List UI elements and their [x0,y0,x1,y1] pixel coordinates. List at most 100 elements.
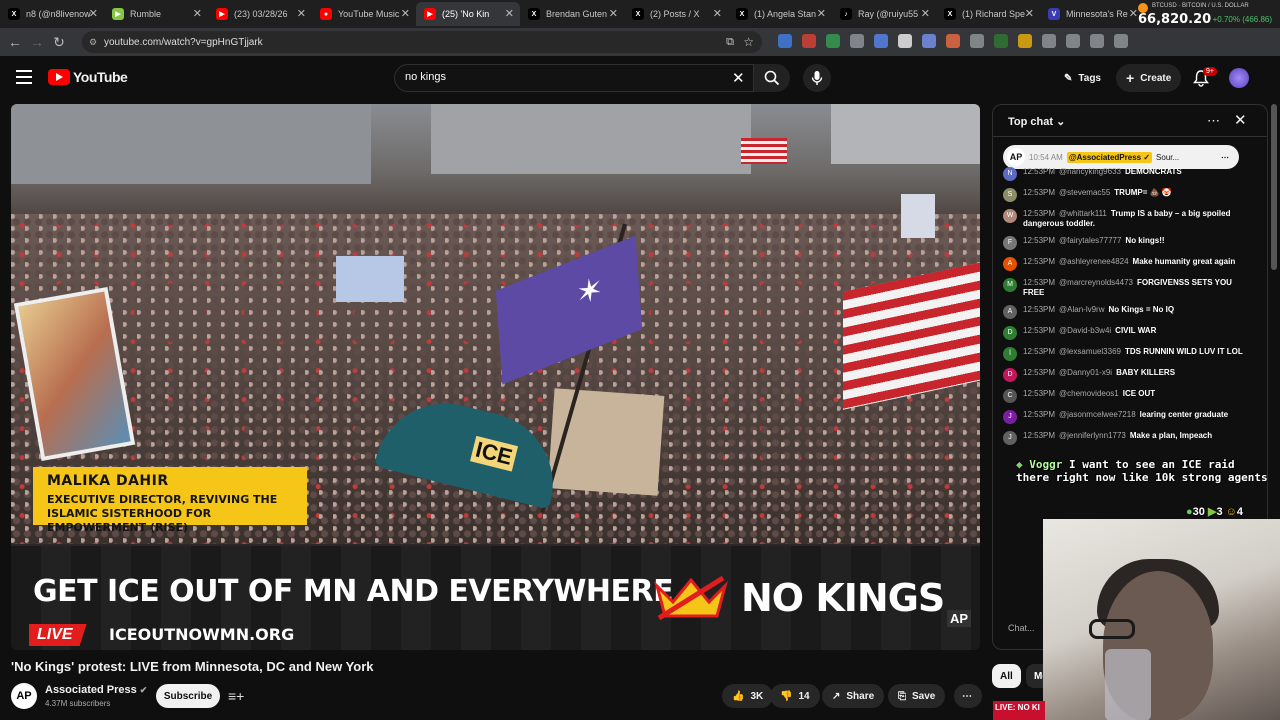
search-button[interactable] [754,64,790,92]
close-tab-icon[interactable]: ✕ [89,8,98,20]
site-info-icon[interactable]: ⚙ [89,37,97,48]
overlay-user-icon: ◆ [1016,458,1023,471]
menu-icon[interactable] [16,70,32,84]
more-actions-button[interactable]: ⋯ [954,684,982,708]
chat-message[interactable]: N 12:53PM @nancyking9633 DEMONCRATS [1003,167,1249,181]
close-tab-icon[interactable]: ✕ [713,8,722,20]
tab-title: Minnesota's Re [1066,9,1128,19]
chat-avatar: N [1003,167,1017,181]
browser-extension-icon[interactable] [1042,34,1056,48]
browser-extension-icon[interactable] [826,34,840,48]
add-to-playlist-icon[interactable]: ≡+ [228,688,244,704]
chat-message[interactable]: D 12:53PM @Danny01-x9i BABY KILLERS [1003,368,1249,382]
browser-extension-icon[interactable] [778,34,792,48]
close-tab-icon[interactable]: ✕ [1129,8,1138,20]
browser-tab[interactable]: ♪ Ray (@ruiyu55 ✕ [832,2,936,26]
chat-avatar: M [1003,278,1017,292]
tab-title: Brendan Guten [546,9,608,19]
pinned-message[interactable]: AP 10:54 AM @AssociatedPress ✓ Sour... ⋯ [1003,145,1239,169]
channel-avatar[interactable]: AP [11,683,37,709]
browser-extension-icon[interactable] [874,34,888,48]
browser-tab[interactable]: V Minnesota's Re ✕ [1040,2,1144,26]
browser-extension-icon[interactable] [922,34,936,48]
voice-search-button[interactable] [803,64,831,92]
like-button[interactable]: 👍 3K [722,684,774,708]
chat-message[interactable]: A 12:53PM @Alan-lv9rw No Kings = No IQ [1003,305,1249,319]
forward-arrow-icon[interactable]: → [26,31,48,53]
create-button[interactable]: + Create [1116,64,1182,92]
chat-message[interactable]: D 12:53PM @David-b3w4i CIVIL WAR [1003,326,1249,340]
chat-message[interactable]: J 12:53PM @jasonmcelwee7218 learing center … [1003,410,1249,424]
page-scrollbar[interactable] [1271,104,1277,270]
chat-message[interactable]: J 12:53PM @jenniferlynn1773 Make a plan, Im… [1003,431,1249,445]
browser-tab[interactable]: ▶ Rumble ✕ [104,2,208,26]
chat-options-icon[interactable]: ⋯ [1207,113,1220,129]
account-avatar[interactable] [1229,68,1249,88]
search-icon [764,70,780,86]
browser-tab[interactable]: Xn8 (@n8livenow ✕ [0,2,104,26]
chat-header: Top chat ⌄ ⋯ ✕ [993,105,1267,137]
thumbs-up-icon: 👍 [732,690,745,702]
browser-extension-icon[interactable] [898,34,912,48]
reload-icon[interactable]: ↻ [48,31,70,53]
browser-tab[interactable]: ▶ (25) 'No Kin ✕ [416,2,520,26]
browser-tab[interactable]: X (1) Angela Stan ✕ [728,2,832,26]
video-title: 'No Kings' protest: LIVE from Minnesota,… [11,659,374,674]
browser-extension-icon[interactable] [1114,34,1128,48]
save-button[interactable]: ⎘ Save [888,684,946,708]
chat-message[interactable]: C 12:53PM @chemovideos1 ICE OUT [1003,389,1249,403]
btc-ticker-widget[interactable]: BTCUSD · BITCOIN / U.S. DOLLAR 66,820.20… [1138,2,1272,27]
search-input[interactable]: no kings [394,64,754,92]
share-button[interactable]: ↗ Share [822,684,885,708]
chat-message[interactable]: l 12:53PM @lexsamuel3369 TDS RUNNIN WILD LU… [1003,347,1249,361]
close-tab-icon[interactable]: ✕ [921,8,930,20]
close-tab-icon[interactable]: ✕ [297,8,306,20]
chat-input[interactable]: Chat... [1008,623,1035,633]
chat-message[interactable]: W 12:53PM @whittark111 Trump IS a baby – a … [1003,209,1249,229]
chip-all[interactable]: All [992,664,1021,688]
browser-extension-icon[interactable] [970,34,984,48]
close-tab-icon[interactable]: ✕ [817,8,826,20]
bookmark-star-icon[interactable]: ☆ [743,35,754,49]
dislike-button[interactable]: 👎 14 [770,684,820,708]
browser-extension-icon[interactable] [850,34,864,48]
browser-extension-icon[interactable] [1066,34,1080,48]
chat-text: ICE OUT [1122,389,1156,398]
browser-tab[interactable]: X (2) Posts / X ✕ [624,2,728,26]
tags-button[interactable]: ✎ Tags [1054,64,1111,92]
close-tab-icon[interactable]: ✕ [609,8,618,20]
chat-message[interactable]: S 12:53PM @stevemac55 TRUMP= 💩 🤡 [1003,188,1249,202]
browser-extension-icon[interactable] [946,34,960,48]
close-chat-icon[interactable]: ✕ [1234,111,1247,129]
browser-extension-icon[interactable] [1090,34,1104,48]
close-tab-icon[interactable]: ✕ [1025,8,1034,20]
tab-favicon-icon: X [8,8,20,20]
youtube-logo[interactable]: YouTube [48,69,128,85]
chat-message[interactable]: M 12:53PM @marcreynolds4473 FORGIVENSS SETS… [1003,278,1249,298]
overlay-username: Voggr [1029,458,1063,471]
pinned-menu-icon[interactable]: ⋯ [1221,153,1229,162]
chat-message[interactable]: F 12:53PM @fairytales77777 No kings!! [1003,236,1249,250]
close-tab-icon[interactable]: ✕ [505,8,514,20]
close-tab-icon[interactable]: ✕ [193,8,202,20]
channel-name[interactable]: Associated Press ✔ [45,684,147,696]
address-bar[interactable]: ⚙ youtube.com/watch?v=gpHnGTjjark ⧉ ☆ [82,31,762,53]
browser-tab[interactable]: ▶ (23) 03/28/26 ✕ [208,2,312,26]
browser-tab[interactable]: X Brendan Guten ✕ [520,2,624,26]
browser-tab[interactable]: ● YouTube Music ✕ [312,2,416,26]
chat-mode-dropdown[interactable]: Top chat ⌄ [1008,115,1065,128]
tab-title: Rumble [130,9,162,19]
video-player[interactable]: ICE MALIKA DAHIR EXECUTIVE DIRECTOR, REV… [11,104,980,650]
browser-extension-icon[interactable] [994,34,1008,48]
live-thumbnail[interactable]: LIVE: NO KI [993,701,1045,720]
browser-extension-icon[interactable] [802,34,816,48]
browser-tab[interactable]: X (1) Richard Spe ✕ [936,2,1040,26]
subscribe-button[interactable]: Subscribe [156,684,220,708]
ticker-price: 66,820.20 [1138,12,1212,27]
chat-message[interactable]: A 12:53PM @ashleyrenee4824 Make humanity gr… [1003,257,1249,271]
clear-search-icon[interactable]: ✕ [732,69,745,87]
back-arrow-icon[interactable]: ← [4,31,26,53]
close-tab-icon[interactable]: ✕ [401,8,410,20]
cast-icon[interactable]: ⧉ [726,36,734,49]
browser-extension-icon[interactable] [1018,34,1032,48]
